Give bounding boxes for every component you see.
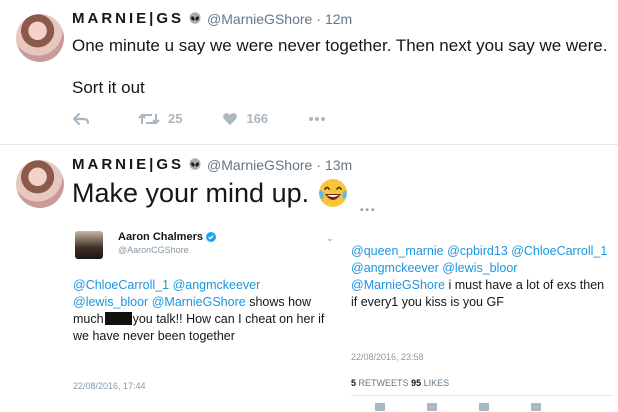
retweet-icon	[138, 113, 160, 124]
like-count: 166	[246, 111, 269, 126]
avatar[interactable]	[16, 160, 64, 208]
tweet-text: One minute u say we were never together.…	[72, 36, 608, 55]
tweet-actions: 25 166	[72, 111, 374, 126]
mention-link: @queen_marnie	[351, 244, 444, 258]
embedded-tweet-screenshot-right: ••• @queen_marnie @cpbird13 @ChloeCarrol…	[345, 205, 618, 412]
display-name[interactable]: MARNIE|GS	[72, 156, 184, 173]
embedded-handle: @AaronCGShore	[118, 245, 189, 255]
reply-icon	[72, 112, 90, 125]
display-name[interactable]: MARNIE|GS	[72, 10, 184, 27]
likes-label: LIKES	[423, 378, 450, 388]
timestamp[interactable]: 12m	[325, 11, 352, 27]
tweet-1[interactable]: MARNIE|GS @MarnieGShore · 12m One minute…	[0, 0, 618, 146]
embedded-date: 22/08/2016, 17:44	[73, 381, 146, 391]
mention-link: @lewis_bloor	[73, 295, 149, 309]
tweet-text-line2: Sort it out	[72, 78, 145, 97]
tweet-divider	[0, 144, 618, 145]
mention-link: @ChloeCarroll_1	[511, 244, 608, 258]
embedded-name-text: Aaron Chalmers	[118, 231, 203, 243]
alien-icon	[189, 11, 201, 24]
retweets-count: 5	[351, 378, 357, 388]
more-icon	[531, 403, 541, 411]
heart-icon	[479, 403, 489, 411]
mention-link: @cpbird13	[447, 244, 508, 258]
mention-link: @lewis_bloor	[442, 261, 518, 275]
separator: ·	[316, 10, 321, 27]
handle[interactable]: @MarnieGShore	[207, 157, 312, 173]
timestamp[interactable]: 13m	[325, 157, 352, 173]
retweet-icon	[427, 403, 437, 411]
ellipsis-icon: •••	[360, 205, 377, 216]
separator: ·	[316, 156, 321, 173]
retweets-label: RETWEETS	[358, 378, 409, 388]
mention-link: @MarnieGShore	[351, 278, 445, 292]
embedded-tweet-text: @queen_marnie @cpbird13 @ChloeCarroll_1 …	[351, 243, 613, 311]
reply-button[interactable]	[72, 112, 98, 126]
retweet-button[interactable]: 25	[138, 111, 182, 126]
avatar[interactable]	[16, 14, 64, 62]
tweet-text-content: Make your mind up.	[72, 178, 310, 208]
embedded-tweet-screenshot-left: Aaron Chalmers @AaronCGShore ⌄ @ChloeCar…	[60, 221, 342, 412]
tweet-header: MARNIE|GS @MarnieGShore · 12m	[72, 10, 352, 27]
mention-link: @angmckeever	[172, 278, 261, 292]
handle[interactable]: @MarnieGShore	[207, 11, 312, 27]
heart-icon	[223, 112, 238, 125]
tweet-2[interactable]: MARNIE|GS @MarnieGShore · 13m Make your …	[0, 146, 618, 412]
avatar	[75, 231, 103, 259]
verified-icon	[205, 232, 216, 242]
tweet-header: MARNIE|GS @MarnieGShore · 13m	[72, 156, 352, 173]
embedded-display-name: Aaron Chalmers	[118, 231, 216, 243]
retweet-count: 25	[168, 111, 183, 126]
tweet-text: Make your mind up.	[72, 176, 349, 210]
alien-icon	[189, 157, 201, 170]
more-button[interactable]	[308, 116, 334, 122]
embedded-date: 22/08/2016, 23:58	[351, 352, 424, 362]
redaction-box	[104, 312, 132, 325]
embedded-actions	[375, 403, 541, 411]
mention-link: @ChloeCarroll_1	[73, 278, 170, 292]
reply-icon	[375, 403, 385, 411]
mention-link: @MarnieGShore	[151, 295, 246, 309]
embedded-stats: 5 RETWEETS 95 LIKES	[351, 378, 449, 388]
likes-count: 95	[411, 378, 422, 388]
like-button[interactable]: 166	[222, 111, 268, 126]
chevron-down-icon: ⌄	[326, 233, 334, 243]
divider	[351, 395, 613, 396]
mention-link: @angmckeever	[351, 261, 439, 275]
embedded-tweet-text: @ChloeCarroll_1 @angmckeever @lewis_bloo…	[73, 277, 331, 345]
more-icon	[309, 116, 326, 121]
